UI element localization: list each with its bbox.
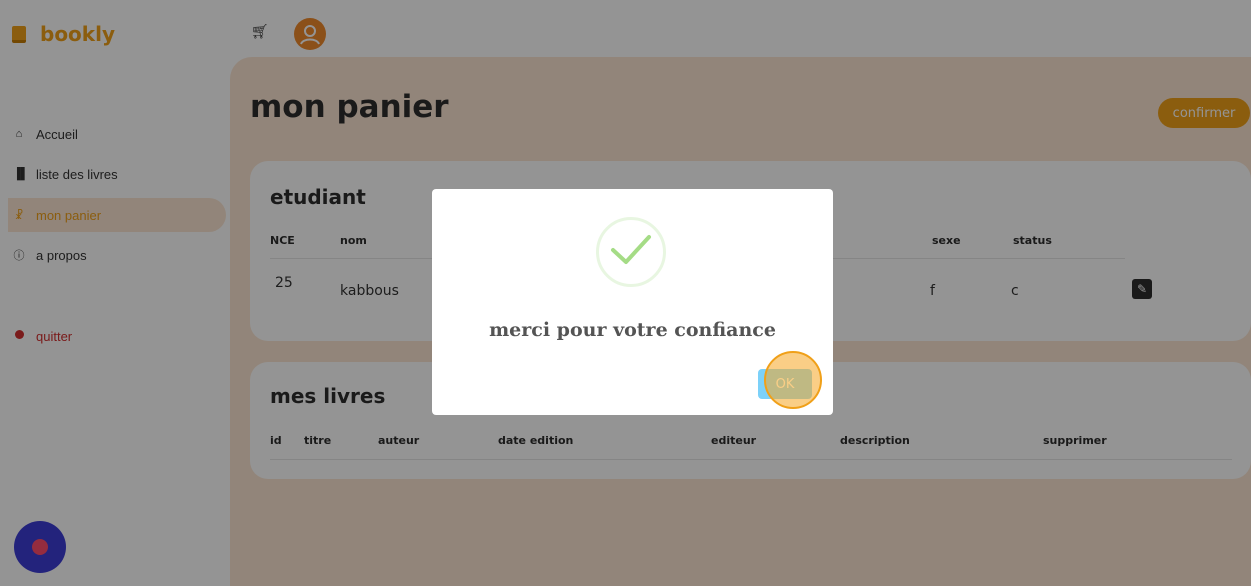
dialog-message: merci pour votre confiance (489, 319, 776, 341)
click-indicator (764, 351, 822, 409)
success-check-icon (596, 217, 666, 287)
